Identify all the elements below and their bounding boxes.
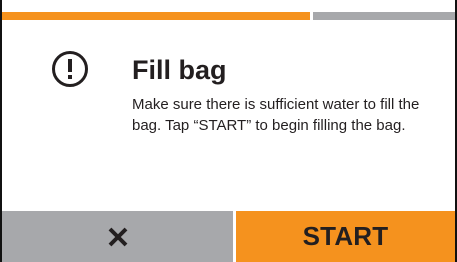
start-button-label: START: [302, 221, 389, 251]
close-icon: [108, 227, 127, 246]
cancel-button[interactable]: [2, 211, 233, 262]
start-button[interactable]: START: [236, 211, 455, 262]
fill-bag-screen: Fill bag Make sure there is sufficient w…: [0, 0, 457, 262]
dialog-message: Make sure there is sufficient water to f…: [132, 96, 420, 134]
alert-circle-icon: [52, 51, 88, 87]
progress-fill: [2, 12, 310, 20]
dialog-title: Fill bag: [132, 55, 227, 85]
progress-bar: [2, 12, 455, 20]
progress-separator: [310, 12, 313, 20]
